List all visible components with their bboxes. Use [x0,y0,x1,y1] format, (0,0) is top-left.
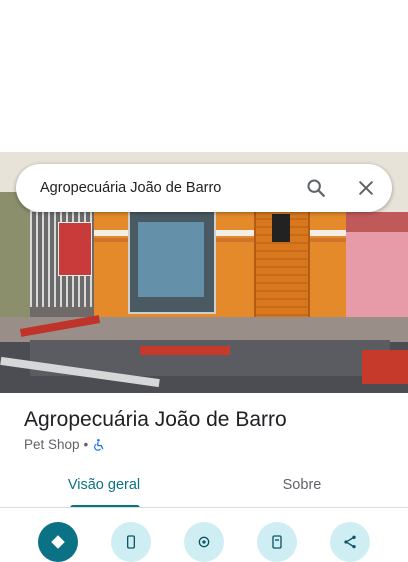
divider [0,507,408,508]
save-button[interactable] [257,522,297,562]
place-category[interactable]: Pet Shop [24,437,80,452]
location-icon [198,536,210,548]
blank-header-area [0,0,408,152]
tab-bar: Visão geral Sobre [0,466,408,508]
action-buttons [0,522,408,562]
call-button[interactable] [111,522,151,562]
search-icon[interactable] [302,174,330,202]
place-subtitle: Pet Shop • [24,437,106,452]
tab-about[interactable]: Sobre [236,466,368,508]
tab-about-label: Sobre [282,477,322,493]
search-bar[interactable]: Agropecuária João de Barro [16,164,392,212]
share-button[interactable] [330,522,370,562]
tab-overview[interactable]: Visão geral [34,466,174,508]
directions-button[interactable] [38,522,78,562]
wheelchair-accessible-icon [92,438,106,452]
tab-overview-label: Visão geral [67,477,141,493]
close-icon[interactable] [352,174,380,202]
directions-icon [51,535,65,549]
search-input[interactable]: Agropecuária João de Barro [40,164,221,212]
share-icon [344,535,356,549]
phone-icon [127,535,135,549]
nearby-button[interactable] [184,522,224,562]
separator-dot: • [83,437,89,452]
save-icon [272,535,282,549]
place-title: Agropecuária João de Barro [24,408,287,431]
